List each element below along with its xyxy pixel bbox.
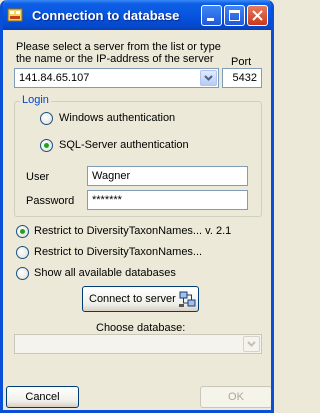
server-dropdown-button[interactable] bbox=[200, 70, 217, 86]
maximize-button[interactable] bbox=[224, 5, 245, 26]
restrict-radio[interactable] bbox=[16, 246, 29, 259]
radio-selected-dot bbox=[20, 229, 25, 234]
server-instruction: Please select a server from the list or … bbox=[16, 41, 221, 65]
chevron-down-icon bbox=[247, 341, 256, 347]
close-icon bbox=[252, 10, 263, 21]
close-button[interactable] bbox=[247, 5, 268, 26]
database-combobox[interactable] bbox=[14, 334, 262, 354]
minimize-button[interactable] bbox=[201, 5, 222, 26]
minimize-icon bbox=[207, 18, 214, 21]
chevron-down-icon bbox=[204, 75, 213, 81]
maximize-icon bbox=[229, 10, 240, 21]
connect-server-label: Connect to server bbox=[89, 293, 176, 305]
radio-selected-dot bbox=[44, 143, 49, 148]
database-dropdown-button[interactable] bbox=[243, 336, 260, 352]
login-legend: Login bbox=[20, 94, 51, 106]
app-icon bbox=[7, 8, 23, 22]
restrict-label[interactable]: Restrict to DiversityTaxonNames... bbox=[34, 246, 202, 258]
choose-database-label: Choose database: bbox=[96, 322, 186, 334]
server-address-input[interactable] bbox=[14, 68, 219, 88]
user-label: User bbox=[26, 171, 50, 183]
window-title: Connection to database bbox=[32, 8, 180, 23]
ok-button[interactable]: OK bbox=[200, 386, 271, 408]
show-all-radio[interactable] bbox=[16, 267, 29, 280]
sql-auth-label[interactable]: SQL-Server authentication bbox=[59, 139, 189, 151]
server-connect-icon bbox=[179, 291, 196, 307]
password-label: Password bbox=[26, 195, 75, 207]
restrict-v21-label[interactable]: Restrict to DiversityTaxonNames... v. 2.… bbox=[34, 225, 231, 237]
sql-auth-radio[interactable] bbox=[40, 139, 53, 152]
connect-server-button[interactable]: Connect to server bbox=[82, 286, 199, 312]
title-bar[interactable]: Connection to database bbox=[3, 0, 271, 30]
port-input[interactable] bbox=[222, 68, 262, 88]
user-input[interactable] bbox=[87, 166, 248, 186]
cancel-button[interactable]: Cancel bbox=[6, 386, 79, 408]
database-select[interactable] bbox=[14, 334, 262, 354]
password-input[interactable] bbox=[87, 190, 248, 210]
windows-auth-label[interactable]: Windows authentication bbox=[59, 112, 175, 124]
connection-dialog: Connection to database Please select a s… bbox=[0, 0, 274, 413]
restrict-v21-radio[interactable] bbox=[16, 225, 29, 238]
server-combobox[interactable] bbox=[14, 68, 219, 88]
show-all-label[interactable]: Show all available databases bbox=[34, 267, 176, 279]
windows-auth-radio[interactable] bbox=[40, 112, 53, 125]
port-label: Port bbox=[231, 56, 252, 68]
